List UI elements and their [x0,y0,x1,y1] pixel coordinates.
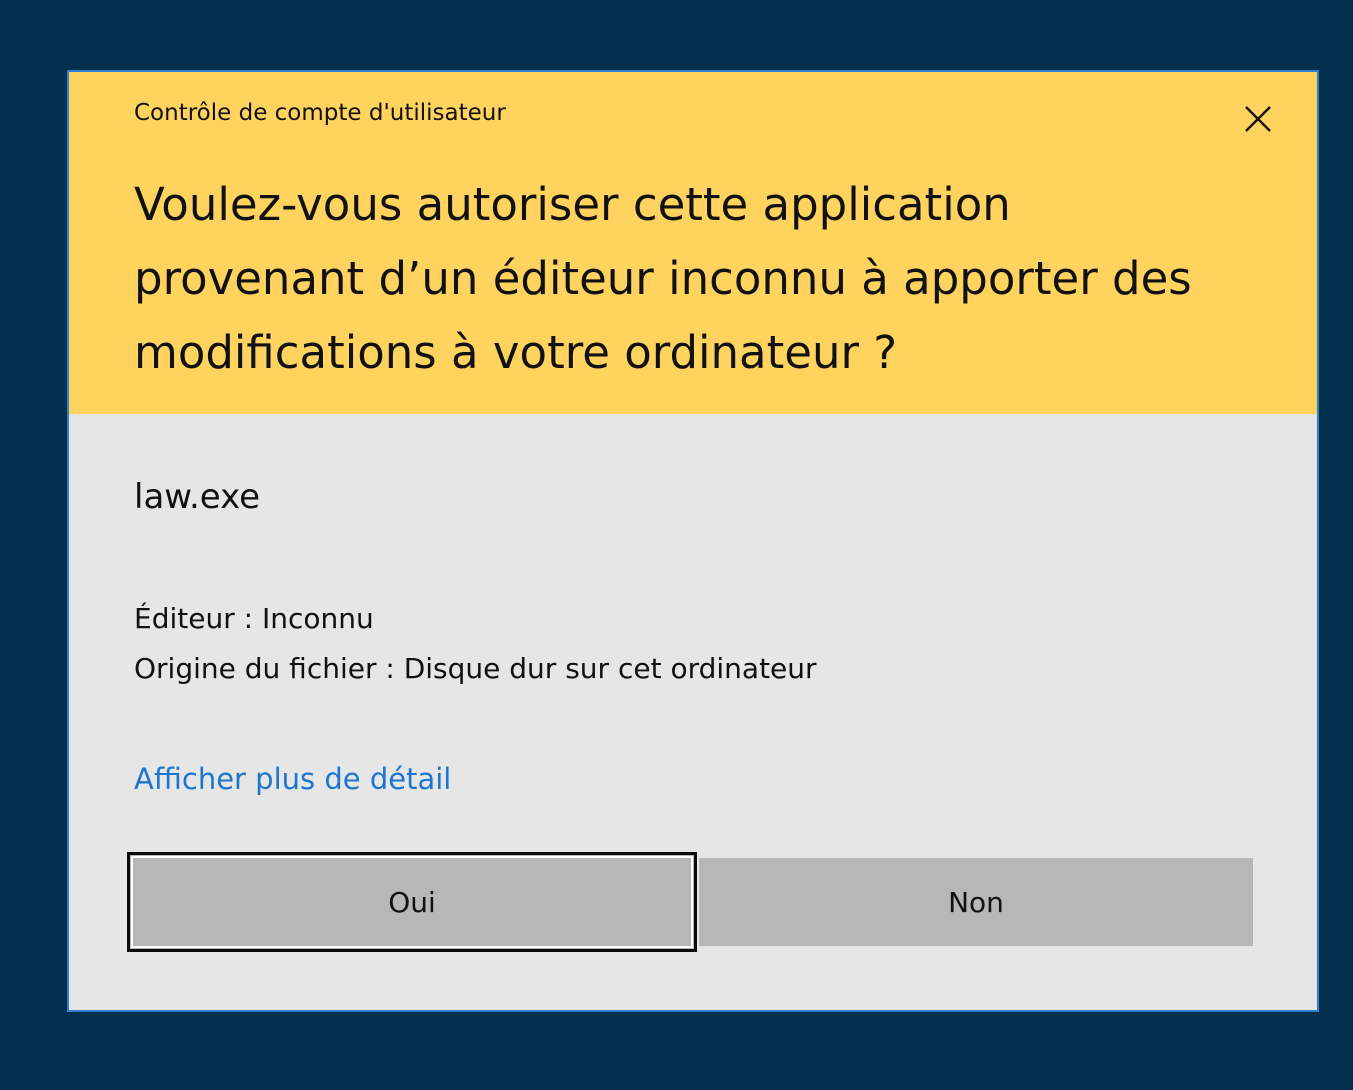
dialog-title: Contrôle de compte d'utilisateur [134,100,506,126]
publisher-info: Éditeur : Inconnu [134,602,374,635]
file-origin-info: Origine du fichier : Disque dur sur cet … [134,652,817,685]
yes-button[interactable]: Oui [127,852,697,952]
no-button[interactable]: Non [699,858,1253,946]
no-button-label: Non [948,885,1004,919]
app-name: law.exe [134,477,261,517]
permission-question: Voulez-vous autoriser cette application … [134,178,1192,379]
yes-button-label: Oui [388,885,436,919]
show-more-details-link[interactable]: Afficher plus de détail [134,762,451,796]
close-button[interactable] [1231,92,1285,146]
uac-dialog: Contrôle de compte d'utilisateur Voulez-… [67,70,1319,1012]
close-icon [1245,106,1271,132]
dialog-header: Contrôle de compte d'utilisateur Voulez-… [69,72,1317,414]
